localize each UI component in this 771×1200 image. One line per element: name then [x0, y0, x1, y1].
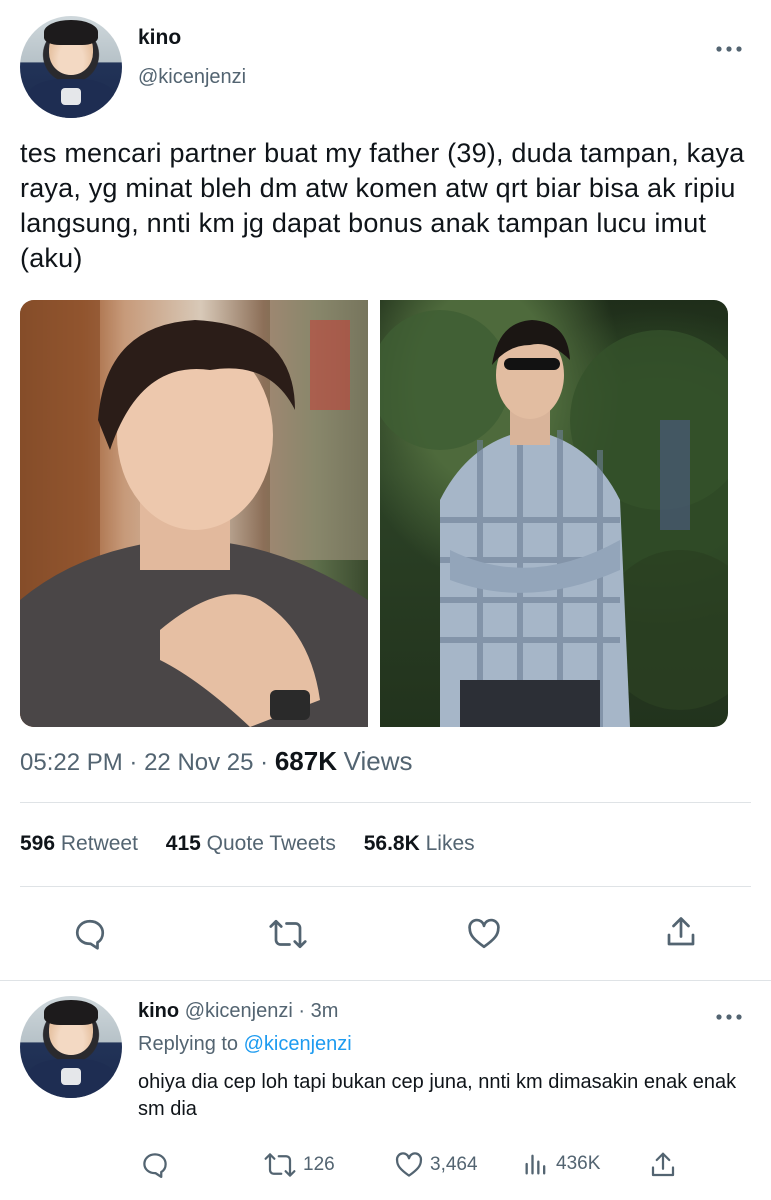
reply-author-avatar[interactable]	[20, 996, 122, 1098]
reply-views-button[interactable]: 436K	[522, 1150, 600, 1178]
share-icon	[651, 1152, 675, 1177]
retweets-stat[interactable]: 596 Retweet	[20, 832, 138, 855]
like-icon[interactable]	[464, 914, 504, 954]
retweet-icon	[264, 1153, 296, 1177]
tweet-time[interactable]: 05:22 PM	[20, 749, 123, 776]
reply-views-count: 436K	[556, 1153, 601, 1174]
avatar-hair	[44, 1000, 98, 1025]
tweet-meta: 05:22 PM · 22 Nov 25 · 687K Views	[20, 746, 413, 777]
reply-icon	[143, 1153, 167, 1178]
reply-reply-button[interactable]	[140, 1150, 170, 1180]
views-count[interactable]: 687K	[275, 746, 337, 776]
reply-icon[interactable]	[70, 914, 110, 954]
author-name[interactable]: kino	[138, 26, 181, 50]
reply-author-handle[interactable]: @kicenjenzi	[185, 1000, 293, 1022]
likes-label: Likes	[425, 832, 475, 855]
views-label: Views	[343, 746, 413, 776]
reply-retweet-count: 126	[303, 1154, 335, 1175]
divider	[0, 980, 771, 981]
tweet-stats: 596 Retweet 415 Quote Tweets 56.8K Likes	[20, 832, 497, 856]
share-icon[interactable]	[661, 912, 701, 952]
reply-header: kino @kicenjenzi · 3m	[138, 1000, 338, 1023]
divider	[20, 802, 751, 803]
quotes-stat[interactable]: 415 Quote Tweets	[166, 832, 336, 855]
reply-author-name[interactable]: kino	[138, 1000, 179, 1022]
reply-like-count: 3,464	[430, 1154, 478, 1175]
avatar-hair	[44, 20, 98, 45]
meta-separator: ·	[129, 749, 138, 776]
views-icon	[525, 1154, 546, 1175]
photo-2-illustration	[380, 310, 728, 727]
tweet-photo-1[interactable]	[20, 300, 368, 727]
tweet-text: tes mencari partner buat my father (39),…	[20, 138, 745, 273]
reply-time[interactable]: · 3m	[298, 1000, 338, 1022]
divider	[20, 886, 751, 887]
tweet-date[interactable]: 22 Nov 25	[144, 749, 253, 776]
reply-retweet-button[interactable]: 126	[263, 1150, 335, 1180]
likes-count: 56.8K	[363, 832, 420, 855]
more-horizontal-icon[interactable]	[714, 1002, 744, 1028]
quotes-count: 415	[165, 832, 201, 855]
replying-mention[interactable]: @kicenjenzi	[244, 1033, 352, 1055]
like-icon	[395, 1152, 423, 1177]
avatar-shirt	[28, 1059, 114, 1098]
replying-prefix: Replying to	[138, 1033, 239, 1055]
replying-to: Replying to @kicenjenzi	[138, 1033, 352, 1056]
reply-text: ohiya dia cep loh tapi bukan cep juna, n…	[138, 1071, 737, 1120]
retweets-count: 596	[20, 832, 56, 855]
author-avatar[interactable]	[20, 16, 122, 118]
more-horizontal-icon[interactable]	[714, 34, 744, 60]
photo-1-illustration	[20, 300, 368, 727]
likes-stat[interactable]: 56.8K Likes	[364, 832, 475, 855]
retweets-label: Retweet	[60, 832, 138, 855]
meta-separator: ·	[260, 749, 269, 776]
avatar-shirt	[28, 79, 114, 118]
quotes-label: Quote Tweets	[206, 832, 336, 855]
retweet-icon[interactable]	[266, 914, 310, 954]
reply-share-button[interactable]	[648, 1150, 678, 1180]
reply-like-button[interactable]: 3,464	[394, 1150, 478, 1180]
author-handle[interactable]: @kicenjenzi	[138, 66, 246, 89]
tweet-photo-2[interactable]	[380, 300, 728, 727]
